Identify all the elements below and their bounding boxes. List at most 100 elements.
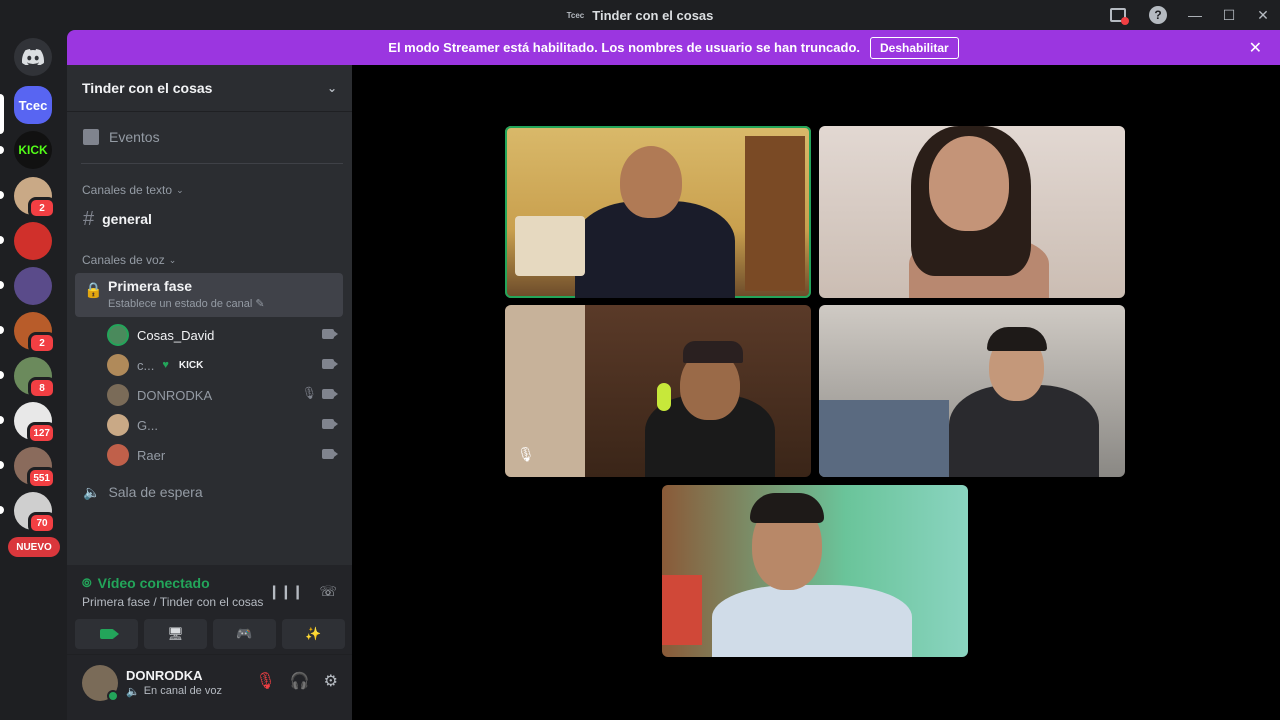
avatar: [107, 324, 129, 346]
server-mini-logo: Tcec: [566, 10, 585, 20]
bed: [819, 400, 949, 477]
server-name: Tinder con el cosas: [82, 80, 213, 96]
pencil-icon: ✎: [255, 298, 265, 310]
avatar: [107, 384, 129, 406]
title-bar: Tcec Tinder con el cosas ? — ☐ ✕: [0, 0, 1280, 30]
hash-icon: #: [83, 207, 95, 230]
camera-button[interactable]: [75, 619, 138, 649]
voice-location[interactable]: Primera fase / Tinder con el cosas: [82, 595, 263, 609]
mic-muted-icon: 🎙: [301, 386, 317, 400]
voice-member[interactable]: Raer: [107, 442, 343, 468]
server-kick[interactable]: KICK: [14, 131, 52, 169]
mic-muted-icon: 🎙: [517, 446, 535, 462]
chevron-down-icon: ⌄: [326, 81, 337, 95]
window-title: Tcec Tinder con el cosas: [567, 8, 714, 23]
close-banner-icon[interactable]: ✕: [1249, 38, 1262, 58]
server-4[interactable]: [14, 222, 52, 260]
member-name: DONRODKA: [137, 387, 213, 403]
video-tile[interactable]: [819, 305, 1125, 477]
mention-badge: 551: [27, 467, 56, 489]
video-tile[interactable]: [819, 126, 1125, 298]
heater: [662, 575, 702, 645]
screen-share-button[interactable]: 🖥: [144, 619, 207, 649]
server-kick-label: KICK: [18, 143, 48, 157]
mention-badge: 127: [27, 422, 56, 444]
server-tcec[interactable]: Tcec: [14, 86, 52, 124]
lock-icon: 🔒: [84, 282, 103, 299]
streamer-mode-banner: El modo Streamer está habilitado. Los no…: [67, 30, 1280, 65]
noise-suppression-icon[interactable]: ❙❙❙: [268, 583, 303, 600]
heart-icon: ♥: [162, 359, 169, 371]
video-tile[interactable]: [662, 485, 968, 657]
unread-indicator: [0, 281, 4, 289]
avatar: [107, 354, 129, 376]
server-5[interactable]: [14, 267, 52, 305]
voice-member[interactable]: Cosas_David: [107, 322, 343, 348]
member-name: Cosas_David: [137, 327, 215, 343]
disable-streamer-mode-button[interactable]: Deshabilitar: [870, 36, 959, 59]
channel-waiting-room[interactable]: 🔈 Sala de espera: [75, 478, 343, 506]
unread-indicator: [0, 236, 4, 244]
chevron-down-icon: ⌄: [168, 254, 177, 265]
server-header[interactable]: Tinder con el cosas ⌄: [67, 65, 352, 112]
participant-face: [620, 146, 682, 218]
server-8[interactable]: 127: [14, 402, 56, 444]
wardrobe: [745, 136, 805, 291]
soundboard-icon: ✨: [305, 626, 322, 641]
mention-badge: 2: [28, 332, 56, 354]
text-category[interactable]: Canales de texto ⌄: [82, 183, 184, 197]
mic-muted-icon[interactable]: 🎙: [255, 671, 275, 691]
video-tile[interactable]: 🎙: [505, 305, 811, 477]
maximize-button[interactable]: ☐: [1212, 0, 1246, 30]
voice-category[interactable]: Canales de voz ⌄: [82, 253, 176, 267]
mention-badge: 8: [28, 377, 56, 399]
participant-body: [712, 585, 912, 657]
events-label: Eventos: [109, 129, 160, 145]
events-item[interactable]: Eventos: [75, 121, 343, 153]
member-name: c...: [137, 357, 155, 373]
discord-home-button[interactable]: [14, 38, 52, 76]
text-category-label: Canales de texto: [82, 183, 173, 197]
unread-indicator: [0, 506, 4, 514]
discord-logo-icon: [22, 49, 44, 65]
voice-status: ⦾ Vídeo conectado: [82, 575, 210, 591]
voice-member[interactable]: DONRODKA 🎙: [107, 382, 343, 408]
camera-icon: [322, 329, 338, 339]
video-stage: 🎙: [352, 65, 1280, 720]
user-panel: DONRODKA 🔈 En canal de voz 🎙 🎧 ⚙: [67, 655, 352, 720]
inbox-button[interactable]: [1098, 0, 1138, 30]
activities-button[interactable]: 🎮: [213, 619, 276, 649]
channel-general[interactable]: # general: [75, 205, 343, 233]
voice-member[interactable]: G...: [107, 412, 343, 438]
online-status-icon: [107, 690, 119, 702]
server-9[interactable]: 551: [14, 447, 56, 489]
channel-general-label: general: [102, 211, 152, 227]
gamepad-icon: 🎮: [236, 626, 253, 641]
member-tag: KICK: [178, 359, 204, 371]
headphones-icon[interactable]: 🎧: [290, 671, 310, 691]
server-3[interactable]: 2: [14, 177, 56, 219]
close-window-button[interactable]: ✕: [1246, 0, 1280, 30]
unread-indicator: [0, 416, 4, 424]
video-tile[interactable]: [505, 126, 811, 298]
voice-status-text: Vídeo conectado: [97, 575, 210, 591]
help-button[interactable]: ?: [1138, 0, 1178, 30]
help-icon: ?: [1149, 6, 1167, 24]
server-10[interactable]: 70: [14, 492, 56, 534]
camera-icon: [322, 449, 338, 459]
minimize-button[interactable]: —: [1178, 0, 1212, 30]
server-list: Tcec KICK 2 2 8 127 551 70 NUEVO: [0, 30, 67, 720]
gear-icon[interactable]: ⚙: [324, 671, 338, 691]
mention-badge: 2: [28, 197, 56, 219]
voice-channel-name: Primera fase: [108, 278, 193, 294]
soundboard-button[interactable]: ✨: [282, 619, 345, 649]
voice-channel-primera-fase[interactable]: 🔒 Primera fase Establece un estado de ca…: [75, 273, 343, 317]
server-7[interactable]: 8: [14, 357, 56, 399]
participant-cap: [683, 341, 743, 363]
disconnect-icon[interactable]: ☏: [319, 583, 337, 600]
server-tcec-label: Tcec: [18, 97, 48, 113]
voice-channel-status[interactable]: Establece un estado de canal ✎: [108, 297, 335, 310]
server-6[interactable]: 2: [14, 312, 56, 354]
voice-member[interactable]: c... ♥ KICK: [107, 352, 343, 378]
window-title-text: Tinder con el cosas: [592, 7, 714, 23]
